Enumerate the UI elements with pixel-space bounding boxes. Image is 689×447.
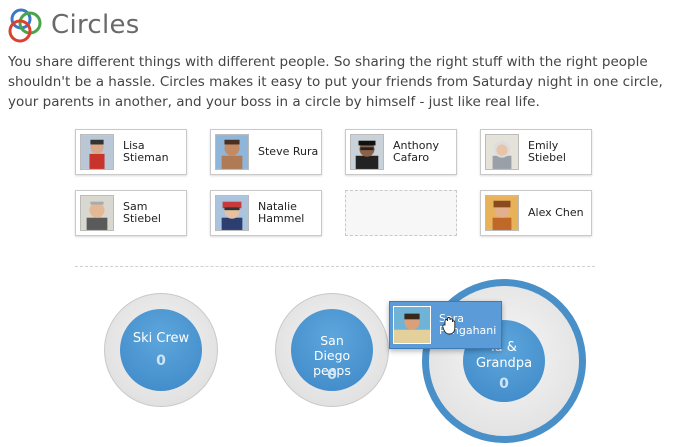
person-name: Alex Chen [528, 206, 584, 219]
person-card-natalie-hammel[interactable]: Natalie Hammel [210, 190, 322, 236]
person-card-anthony-cafaro[interactable]: Anthony Cafaro [345, 129, 457, 175]
page-title: Circles [51, 10, 140, 40]
person-card-alex-chen[interactable]: Alex Chen [480, 190, 592, 236]
avatar [80, 134, 114, 170]
person-name: Steve Rura [258, 145, 319, 158]
avatar [215, 195, 249, 231]
circle-san-diego-peeps-inner[interactable]: San Diego peeps 0 [291, 309, 373, 391]
person-name: Lisa Stieman [123, 139, 169, 164]
intro-text: You share different things with differen… [8, 54, 663, 110]
person-card-sam-stiebel[interactable]: Sam Stiebel [75, 190, 187, 236]
circle-name: Ski Crew [132, 331, 190, 346]
empty-person-slot [345, 190, 457, 236]
avatar [215, 134, 249, 170]
circle-count: 0 [499, 376, 509, 392]
person-name: Sam Stiebel [123, 200, 161, 225]
circle-san-diego-peeps[interactable]: San Diego peeps 0 [275, 293, 389, 407]
person-name: Emily Stiebel [528, 139, 566, 164]
circles-logo-icon [8, 8, 42, 43]
person-card-steve-rura[interactable]: Steve Rura [210, 129, 322, 175]
section-divider [75, 266, 595, 267]
avatar [393, 306, 431, 344]
circle-ski-crew-inner[interactable]: Ski Crew 0 [120, 309, 202, 391]
person-name: Natalie Hammel [258, 200, 305, 225]
circle-count: 0 [156, 353, 166, 369]
avatar [350, 134, 384, 170]
circle-count: 0 [327, 367, 337, 383]
avatar [485, 195, 519, 231]
avatar [80, 195, 114, 231]
avatar [485, 134, 519, 170]
person-card-lisa-stieman[interactable]: Lisa Stieman [75, 129, 187, 175]
grab-cursor-icon [442, 317, 456, 335]
person-card-emily-stiebel[interactable]: Emily Stiebel [480, 129, 592, 175]
circle-ski-crew[interactable]: Ski Crew 0 [104, 293, 218, 407]
person-name: Anthony Cafaro [393, 139, 439, 164]
